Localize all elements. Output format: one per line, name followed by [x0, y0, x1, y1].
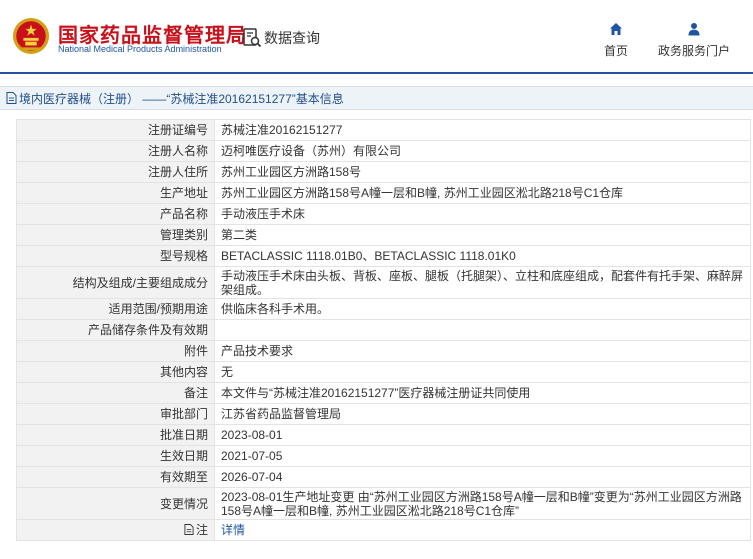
table-row: 有效期至 2026-07-04	[16, 466, 751, 488]
data-query-label: 数据查询	[264, 30, 320, 46]
data-query-link[interactable]: 数据查询	[242, 26, 320, 50]
table-row: 审批部门 江苏省药品监督管理局	[16, 403, 751, 425]
field-value: 江苏省药品监督管理局	[214, 403, 751, 425]
note-label-cell: 注	[16, 519, 215, 541]
nav-service-portal[interactable]: 政务服务门户	[658, 22, 730, 59]
field-value: 苏州工业园区方洲路158号A幢一层和B幢, 苏州工业园区淞北路218号C1仓库	[214, 182, 751, 204]
table-row: 型号规格 BETACLASSIC 1118.01B0、BETACLASSIC 1…	[16, 245, 751, 267]
nav-service-portal-label: 政务服务门户	[658, 44, 731, 58]
field-value: BETACLASSIC 1118.01B0、BETACLASSIC 1118.0…	[214, 245, 751, 267]
field-label: 注册人住所	[16, 161, 215, 183]
field-label: 批准日期	[16, 424, 215, 446]
table-row: 变更情况 2023-08-01生产地址变更 由“苏州工业园区方洲路158号A幢一…	[16, 487, 751, 520]
details-link[interactable]: 详情	[221, 523, 245, 537]
field-value: 迈柯唯医疗设备（苏州）有限公司	[214, 140, 751, 162]
table-row: 生效日期 2021-07-05	[16, 445, 751, 467]
home-icon	[610, 23, 622, 35]
breadcrumb-text: 境内医疗器械（注册） ——“苏械注准20162151277”基本信息	[19, 91, 344, 106]
table-row: 批准日期 2023-08-01	[16, 424, 751, 446]
note-value-cell: 详情	[214, 519, 751, 541]
field-value: 苏州工业园区方洲路158号	[214, 161, 751, 183]
field-label: 附件	[16, 340, 215, 362]
national-emblem-icon	[12, 17, 50, 55]
field-label: 产品储存条件及有效期	[16, 319, 215, 341]
field-value: 产品技术要求	[214, 340, 751, 362]
table-row: 注册人住所 苏州工业园区方洲路158号	[16, 161, 751, 183]
field-label: 管理类别	[16, 224, 215, 246]
table-row: 生产地址 苏州工业园区方洲路158号A幢一层和B幢, 苏州工业园区淞北路218号…	[16, 182, 751, 204]
field-value: 本文件与“苏械注准20162151277”医疗器械注册证共同使用	[214, 382, 751, 404]
user-icon	[688, 23, 700, 36]
table-row: 产品储存条件及有效期	[16, 319, 751, 341]
field-label: 生效日期	[16, 445, 215, 467]
table-row: 注册人名称 迈柯唯医疗设备（苏州）有限公司	[16, 140, 751, 162]
field-label: 变更情况	[16, 487, 215, 520]
field-label: 产品名称	[16, 203, 215, 225]
table-row: 备注 本文件与“苏械注准20162151277”医疗器械注册证共同使用	[16, 382, 751, 404]
breadcrumb: 境内医疗器械（注册） ——“苏械注准20162151277”基本信息	[0, 86, 753, 110]
field-value: 无	[214, 361, 751, 383]
table-row: 管理类别 第二类	[16, 224, 751, 246]
note-label: 注	[195, 523, 208, 537]
field-value	[214, 319, 751, 341]
field-label: 适用范围/预期用途	[16, 298, 215, 320]
field-label: 注册证编号	[16, 119, 215, 141]
field-label: 备注	[16, 382, 215, 404]
document-icon	[184, 524, 194, 535]
table-row: 其他内容 无	[16, 361, 751, 383]
field-value: 2023-08-01生产地址变更 由“苏州工业园区方洲路158号A幢一层和B幢”…	[214, 487, 751, 520]
table-row: 产品名称 手动液压手术床	[16, 203, 751, 225]
nav-home-label: 首页	[604, 44, 629, 58]
field-label: 型号规格	[16, 245, 215, 267]
field-value: 2023-08-01	[214, 424, 751, 446]
field-label: 审批部门	[16, 403, 215, 425]
table-row: 结构及组成/主要组成成分 手动液压手术床由头板、背板、座板、腿板（托腿架）、立柱…	[16, 266, 751, 299]
field-value: 2026-07-04	[214, 466, 751, 488]
field-label: 生产地址	[16, 182, 215, 204]
table-row-note: 注 详情	[16, 519, 751, 541]
field-value: 第二类	[214, 224, 751, 246]
field-value: 2021-07-05	[214, 445, 751, 467]
field-value: 手动液压手术床	[214, 203, 751, 225]
field-value: 手动液压手术床由头板、背板、座板、腿板（托腿架）、立柱和底座组成，配套件有托手架…	[214, 266, 751, 299]
field-label: 有效期至	[16, 466, 215, 488]
table-row: 适用范围/预期用途 供临床各科手术用。	[16, 298, 751, 320]
document-icon	[6, 92, 17, 104]
table-row: 附件 产品技术要求	[16, 340, 751, 362]
field-label: 其他内容	[16, 361, 215, 383]
field-value: 苏械注准20162151277	[214, 119, 751, 141]
search-document-icon	[243, 28, 262, 48]
table-row: 注册证编号 苏械注准20162151277	[16, 119, 751, 141]
nav-home[interactable]: 首页	[604, 22, 628, 59]
field-label: 注册人名称	[16, 140, 215, 162]
field-label: 结构及组成/主要组成成分	[16, 266, 215, 299]
registration-detail-table: 注册证编号 苏械注准20162151277 注册人名称 迈柯唯医疗设备（苏州）有…	[16, 119, 751, 541]
site-header: 国家药品监督管理局 National Medical Products Admi…	[0, 0, 753, 74]
field-value: 供临床各科手术用。	[214, 298, 751, 320]
site-subtitle: National Medical Products Administration	[58, 44, 222, 54]
